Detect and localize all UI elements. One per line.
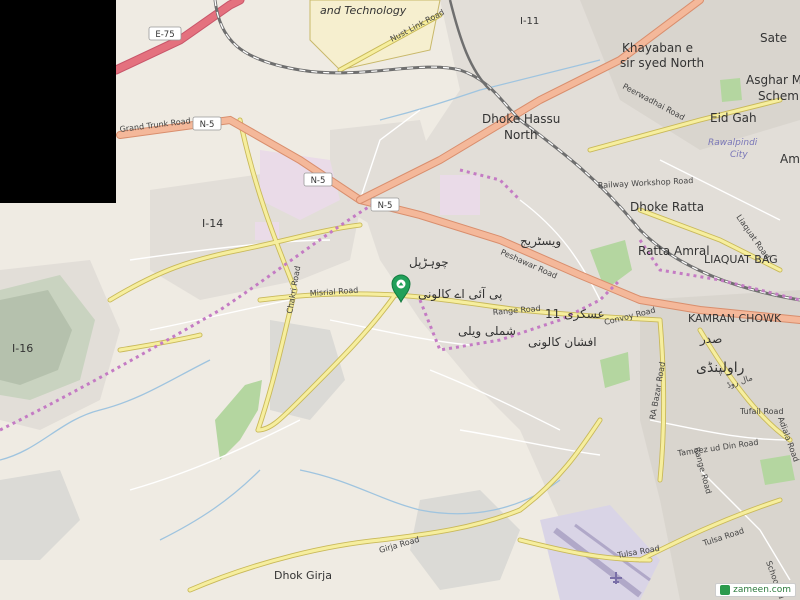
watermark-text: zameen.com [733, 585, 791, 595]
shield-n5-a-text: N-5 [200, 120, 215, 130]
shield-n5-b: N-5 [303, 172, 333, 187]
shield-n5-a: N-5 [192, 116, 222, 131]
label-dhoke-hassu-1: Dhoke Hassu [482, 112, 560, 126]
label-sate: Sate [760, 31, 787, 45]
zameen-logo-icon [720, 585, 731, 595]
shield-n5-c: N-5 [370, 197, 400, 212]
label-rawalpindi-city-1: Rawalpindi [708, 138, 758, 148]
label-khayaban-1: Khayaban e [622, 41, 693, 55]
label-dhoke-hassu-2: North [504, 128, 538, 142]
label-kamran-chowk: KAMRAN CHOWK [688, 312, 782, 325]
label-piaa-colony-ur: پی آئی اے کالونی [418, 286, 502, 302]
shield-n5-b-text: N-5 [311, 176, 326, 186]
label-rawalpindi-city-2: City [730, 150, 748, 160]
shield-e75-text: E-75 [155, 30, 174, 40]
label-tufail-road: Tufail Road [739, 407, 784, 416]
label-dhoke-ratta: Dhoke Ratta [630, 200, 704, 214]
label-choharpul-ur: چوہڑپل [409, 255, 449, 270]
label-westridge-ur: ویسٹریج [520, 234, 561, 249]
label-eid-gah: Eid Gah [710, 111, 757, 125]
label-shimla-valley-ur: شملی ویلی [458, 324, 516, 339]
redacted-area [0, 0, 116, 203]
shield-e75: E-75 [148, 26, 182, 41]
label-ratta-amral: Ratta Amral [638, 244, 710, 258]
label-i14: I-14 [202, 217, 223, 230]
label-afshan-colony-ur: افشان کالونی [528, 335, 597, 350]
label-khayaban-2: sir syed North [620, 56, 704, 70]
label-am: Am [780, 152, 800, 166]
shield-n5-c-text: N-5 [378, 201, 393, 211]
label-rawalpindi-ur: راولپنڈی [696, 360, 744, 376]
label-technology: and Technology [320, 4, 407, 17]
label-i16: I-16 [12, 342, 33, 355]
label-asghar-2: Schem [758, 89, 799, 103]
label-askari11-ur: عسکری 11 [545, 307, 605, 322]
label-asghar-1: Asghar M [746, 73, 800, 87]
label-i11: I-11 [520, 16, 539, 27]
label-saddar-ur: صدر [699, 332, 722, 347]
zameen-watermark: zameen.com [715, 583, 796, 597]
label-dhok-girja: Dhok Girja [274, 569, 332, 582]
map-canvas[interactable]: E-75 N-5 N-5 N-5 and Technology I-11 Kha… [0, 0, 800, 600]
